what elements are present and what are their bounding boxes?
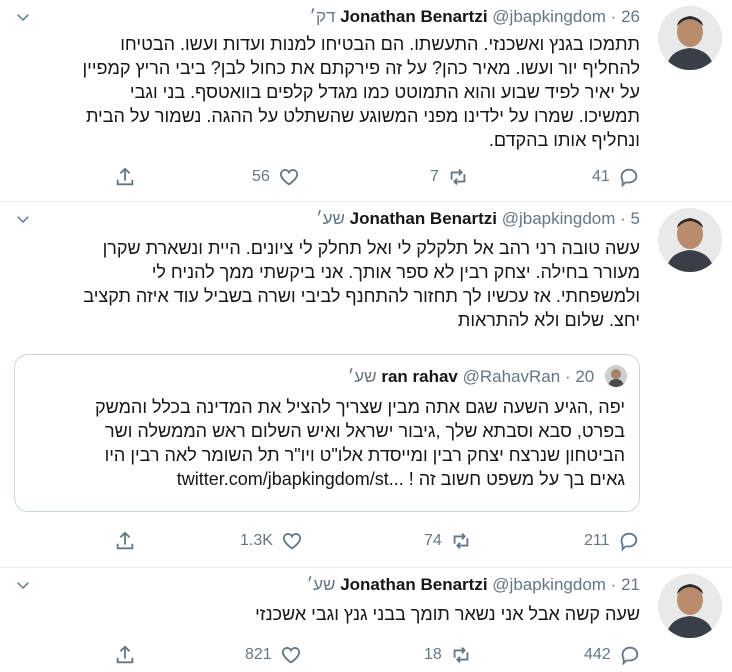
author-name[interactable]: Jonathan Benartzi [340,575,487,594]
reply-button[interactable]: 211 [584,526,640,556]
share-icon [116,645,134,664]
quoted-link[interactable]: twitter.com/jbapkingdom/st [177,469,389,489]
share-icon [116,167,134,186]
share-button[interactable] [114,162,136,192]
tweet-text: שעה קשה אבל אני נשאר תומך בבני גנץ וגבי … [255,604,640,624]
like-button[interactable]: 1.3K [240,526,303,556]
reply-button[interactable]: 41 [592,162,640,192]
quoted-author-name[interactable]: ran rahav [381,367,458,386]
quoted-avatar [605,365,627,387]
separator-dot: · [610,575,617,594]
retweet-count: 7 [430,168,439,185]
quoted-author-handle[interactable]: @RahavRan [463,367,561,386]
retweet-count: 74 [424,532,442,549]
reply-count: 442 [584,646,611,663]
retweet-button[interactable]: 18 [424,640,472,670]
quoted-tweet[interactable]: ran rahav @RahavRan · 20 שע׳ יפה ,הגיע ה… [14,354,640,512]
chevron-down-icon[interactable] [14,576,32,594]
share-button[interactable] [114,526,136,556]
like-count: 821 [245,646,272,663]
author-handle[interactable]: @jbapkingdom [502,209,616,228]
retweet-button[interactable]: 74 [424,526,472,556]
avatar[interactable] [658,6,722,70]
retweet-icon [453,647,469,663]
chevron-down-icon[interactable] [14,8,32,26]
heart-icon [279,169,298,186]
tweet-actions: 821 18 442 [14,640,640,670]
separator-dot: · [620,209,626,228]
like-button[interactable]: 56 [252,162,300,192]
like-count: 56 [252,168,270,185]
tweet[interactable]: Jonathan Benartzi @jbapkingdom · 26 דק׳ … [0,0,732,202]
author-handle[interactable]: @jbapkingdom [492,7,606,26]
reply-button[interactable]: 442 [584,640,641,670]
share-button[interactable] [114,640,136,670]
reply-count: 41 [592,168,610,185]
avatar[interactable] [658,574,722,638]
author-name[interactable]: Jonathan Benartzi [340,7,487,26]
tweet[interactable]: Jonathan Benartzi @jbapkingdom · 5 שע׳ ע… [0,202,732,568]
heart-icon [282,533,302,550]
tweet-actions: 56 7 41 [14,162,640,192]
retweet-icon [453,533,469,549]
tweet-text: תתמכו בגנץ ואשכנזי. התעשתו. הם הבטיחו למ… [82,34,640,150]
reply-icon [621,646,638,666]
avatar[interactable] [658,208,722,272]
separator-dot: · [564,367,571,386]
reply-icon [620,532,637,552]
reply-count: 211 [584,532,610,549]
like-count: 1.3K [240,532,273,549]
retweet-button[interactable]: 7 [430,162,469,192]
like-button[interactable]: 821 [245,640,302,670]
chevron-down-icon[interactable] [14,210,32,228]
author-name[interactable]: Jonathan Benartzi [350,209,497,228]
tweet-actions: 1.3K 74 211 [14,526,640,556]
tweet-text: עשה טובה רני רהב אל תלקלק לי ואל תחלק לי… [83,238,640,330]
share-icon [116,531,134,550]
separator-dot: · [610,7,617,26]
quoted-tweet-text: יפה ,הגיע השעה שגם אתה מבין שצריך להציל … [29,395,625,491]
heart-icon [281,647,300,664]
retweet-icon [450,169,466,185]
author-handle[interactable]: @jbapkingdom [492,575,606,594]
retweet-count: 18 [424,646,442,663]
tweet[interactable]: Jonathan Benartzi @jbapkingdom · 21 שע׳ … [0,568,732,672]
reply-icon [620,168,638,188]
